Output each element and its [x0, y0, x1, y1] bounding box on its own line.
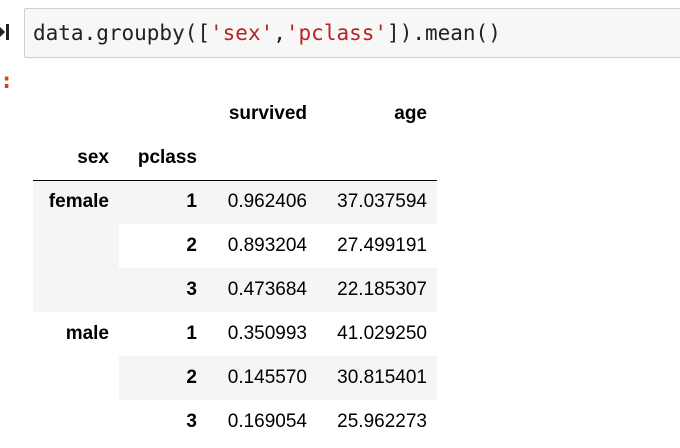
table-row: 3 0.169054 25.962273 [33, 400, 437, 444]
cell-survived: 0.145570 [207, 356, 317, 400]
column-header-survived: survived [228, 103, 307, 124]
cell-age: 27.499191 [337, 235, 427, 256]
code-comma: , [273, 21, 286, 45]
index-name-pclass: pclass [119, 136, 207, 181]
code-string-pclass: 'pclass' [285, 21, 388, 45]
table-row: 2 0.893204 27.499191 [33, 224, 437, 268]
index-pclass: 1 [119, 180, 207, 224]
index-sex [33, 224, 119, 268]
table-row: 3 0.473684 22.185307 [33, 268, 437, 312]
code-input-area[interactable]: data.groupby(['sex','pclass']).mean() [24, 8, 680, 58]
cell-survived: 0.350993 [227, 323, 307, 344]
run-cell-icon[interactable] [0, 14, 14, 50]
index-sex [33, 268, 119, 312]
index-sex [33, 400, 119, 444]
corner-blank [33, 92, 119, 136]
cell-age: 25.962273 [337, 411, 427, 432]
code-prefix: data.groupby([ [33, 21, 211, 45]
index-sex: female [33, 180, 119, 224]
table-row: male 1 0.350993 41.029250 [33, 312, 437, 356]
index-pclass: 1 [186, 323, 197, 344]
cell-age: 30.815401 [317, 356, 437, 400]
code-suffix: ]).mean() [387, 21, 501, 45]
table-row: female 1 0.962406 37.037594 [33, 180, 437, 224]
column-header-row: survived age [33, 92, 437, 136]
blank-cell [207, 136, 317, 181]
index-sex [33, 356, 119, 400]
table-row: 2 0.145570 30.815401 [33, 356, 437, 400]
cell-age: 41.029250 [337, 323, 427, 344]
cell-age: 37.037594 [317, 180, 437, 224]
index-names-row: sex pclass [33, 136, 437, 181]
cell-survived: 0.169054 [227, 411, 307, 432]
cell-survived: 0.893204 [227, 235, 307, 256]
code-string-sex: 'sex' [210, 21, 274, 45]
column-header-age: age [394, 103, 427, 124]
index-pclass: 3 [119, 268, 207, 312]
index-pclass: 2 [186, 235, 197, 256]
corner-blank [119, 92, 207, 136]
cell-age: 22.185307 [317, 268, 437, 312]
blank-cell [317, 136, 437, 181]
cell-survived: 0.962406 [207, 180, 317, 224]
dataframe-table: survived age sex pclass female 1 0.96240… [33, 92, 437, 444]
index-pclass: 3 [186, 411, 197, 432]
index-name-sex: sex [33, 136, 119, 181]
index-sex: male [65, 323, 109, 344]
cell-survived: 0.473684 [207, 268, 317, 312]
output-prompt: : [0, 69, 14, 94]
code-line: data.groupby(['sex','pclass']).mean() [33, 20, 501, 46]
index-pclass: 2 [119, 356, 207, 400]
